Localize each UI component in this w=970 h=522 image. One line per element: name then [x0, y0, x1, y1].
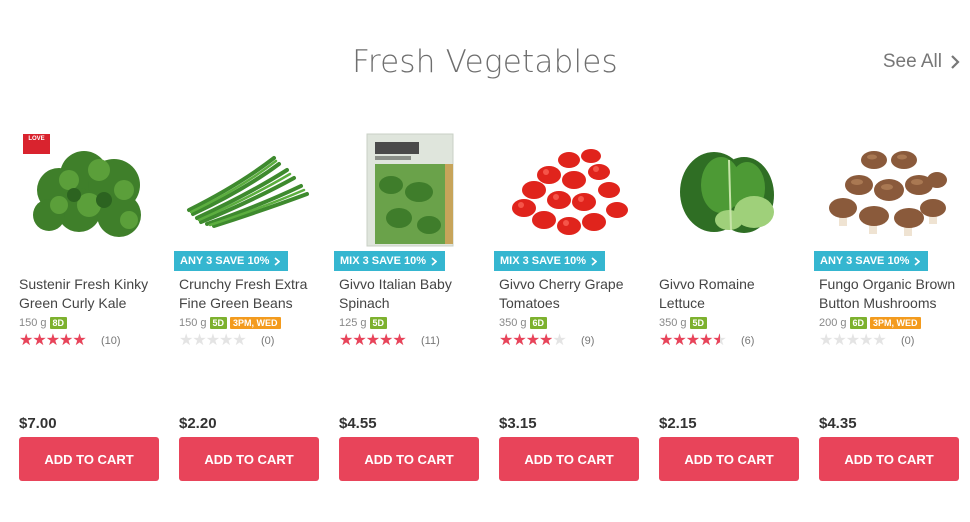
add-to-cart-button[interactable]: ADD TO CART [19, 437, 159, 481]
product-price: $4.55 [339, 415, 377, 432]
promo-banner[interactable]: MIX 3 SAVE 10% [334, 251, 445, 271]
product-rating: ★★★★★ ★★★★★ (0) [179, 333, 274, 349]
star-rating: ★★★★★ ★★★★★ [339, 333, 415, 349]
shelf-life-badge: 6D [849, 317, 868, 329]
product-name[interactable]: Givvo Romaine Lettuce [659, 275, 799, 313]
product-card[interactable]: MIX 3 SAVE 10% Givvo Cherry Grape Tomato… [494, 130, 639, 482]
review-count: (6) [741, 335, 755, 347]
review-count: (10) [101, 335, 121, 347]
product-rating: ★★★★★ ★★★★★ (10) [19, 333, 121, 349]
review-count: (0) [261, 335, 275, 347]
product-meta: 350 g 6D [499, 317, 548, 329]
promo-label: MIX 3 SAVE 10% [340, 255, 426, 267]
promo-banner[interactable]: ANY 3 SAVE 10% [174, 251, 289, 271]
star-rating: ★★★★★ ★★★★★ [179, 333, 255, 349]
star-full-icon: ★★★★★ [339, 333, 407, 349]
product-weight: 200 g [819, 317, 847, 329]
product-card[interactable]: Givvo Romaine Lettuce 350 g 5D ★★★★★ ★★★… [659, 130, 799, 482]
shelf-life-badge: 8D [49, 317, 68, 329]
star-empty-icon: ★★★★★ [179, 333, 247, 349]
product-name[interactable]: Givvo Italian Baby Spinach [339, 275, 479, 313]
product-meta: 200 g 6D 3PM, WED [819, 317, 921, 329]
lettuce-icon [680, 152, 774, 233]
star-rating: ★★★★★ ★★★★★ [19, 333, 95, 349]
star-full-icon: ★★★★★ [499, 333, 553, 349]
review-count: (11) [421, 335, 440, 347]
product-weight: 150 g [179, 317, 207, 329]
star-rating: ★★★★★ ★★★★★ [819, 333, 895, 349]
product-card[interactable]: LOVE Sustenir Fresh Kinky Green Curly Ka… [19, 130, 159, 482]
star-rating: ★★★★★ ★★★★★ [659, 333, 735, 349]
review-count: (9) [581, 335, 595, 347]
product-carousel: LOVE Sustenir Fresh Kinky Green Curly Ka… [19, 130, 959, 482]
chevron-right-icon [951, 55, 960, 69]
product-card[interactable]: ANY 3 SAVE 10% Crunchy Fresh Extra Fine … [174, 130, 319, 482]
shelf-life-badge: 5D [369, 317, 388, 329]
delivery-badge: 3PM, WED [870, 317, 921, 329]
product-rating: ★★★★★ ★★★★★ (6) [659, 333, 754, 349]
see-all-label: See All [882, 51, 942, 72]
product-rating: ★★★★★ ★★★★★ (0) [819, 333, 914, 349]
see-all-link[interactable]: See All [883, 51, 960, 73]
product-rating: ★★★★★ ★★★★★ (11) [339, 333, 440, 349]
product-rating: ★★★★★ ★★★★★ (9) [499, 333, 594, 349]
chevron-right-icon [591, 256, 597, 266]
add-to-cart-button[interactable]: ADD TO CART [819, 437, 959, 481]
product-meta: 150 g 8D [19, 317, 68, 329]
add-to-cart-button[interactable]: ADD TO CART [179, 437, 319, 481]
promo-banner[interactable]: MIX 3 SAVE 10% [494, 251, 605, 271]
promo-banner[interactable]: ANY 3 SAVE 10% [814, 251, 929, 271]
product-meta: 150 g 5D 3PM, WED [179, 317, 281, 329]
product-name[interactable]: Givvo Cherry Grape Tomatoes [499, 275, 639, 313]
star-empty-icon: ★★★★★ [819, 333, 887, 349]
mushrooms-icon [829, 151, 947, 236]
promo-label: ANY 3 SAVE 10% [180, 255, 270, 267]
review-count: (0) [901, 335, 915, 347]
tomatoes-icon [512, 149, 628, 235]
star-full-icon: ★★★★★ [659, 333, 720, 349]
add-to-cart-button[interactable]: ADD TO CART [659, 437, 799, 481]
shelf-life-badge: 6D [529, 317, 548, 329]
product-name[interactable]: Sustenir Fresh Kinky Green Curly Kale [19, 275, 159, 313]
product-price: $4.35 [819, 415, 857, 432]
product-name[interactable]: Crunchy Fresh Extra Fine Green Beans [179, 275, 319, 313]
product-price: $2.15 [659, 415, 697, 432]
product-card[interactable]: ANY 3 SAVE 10% Fungo Organic Brown Butto… [814, 130, 959, 482]
product-card[interactable]: MIX 3 SAVE 10% Givvo Italian Baby Spinac… [334, 130, 479, 482]
product-weight: 350 g [659, 317, 687, 329]
add-to-cart-button[interactable]: ADD TO CART [339, 437, 479, 481]
shelf-life-badge: 5D [689, 317, 708, 329]
shelf-life-badge: 5D [209, 317, 228, 329]
chevron-right-icon [274, 256, 281, 266]
spinach-bag-icon [366, 133, 454, 247]
promo-label: MIX 3 SAVE 10% [500, 255, 586, 267]
green-beans-icon [187, 156, 309, 228]
product-price: $7.00 [19, 415, 57, 432]
product-image[interactable]: ANY 3 SAVE 10% [174, 130, 319, 271]
add-to-cart-button[interactable]: ADD TO CART [499, 437, 639, 481]
chevron-right-icon [431, 256, 437, 266]
star-full-icon: ★★★★★ [19, 333, 87, 349]
product-meta: 125 g 5D [339, 317, 388, 329]
product-price: $2.20 [179, 415, 217, 432]
promo-label: ANY 3 SAVE 10% [820, 255, 910, 267]
product-weight: 125 g [339, 317, 367, 329]
product-image[interactable]: MIX 3 SAVE 10% [494, 130, 639, 271]
love-badge: LOVE [23, 134, 50, 154]
delivery-badge: 3PM, WED [230, 317, 281, 329]
section-title: Fresh Vegetables [352, 44, 618, 80]
product-weight: 150 g [19, 317, 47, 329]
product-image[interactable]: LOVE [19, 130, 159, 248]
product-name[interactable]: Fungo Organic Brown Button Mushrooms [819, 275, 959, 313]
star-rating: ★★★★★ ★★★★★ [499, 333, 575, 349]
product-image[interactable]: MIX 3 SAVE 10% [334, 130, 479, 271]
product-price: $3.15 [499, 415, 537, 432]
product-weight: 350 g [499, 317, 527, 329]
chevron-right-icon [914, 256, 921, 266]
product-meta: 350 g 5D [659, 317, 708, 329]
product-image[interactable]: ANY 3 SAVE 10% [814, 130, 959, 271]
product-image[interactable] [659, 130, 799, 248]
